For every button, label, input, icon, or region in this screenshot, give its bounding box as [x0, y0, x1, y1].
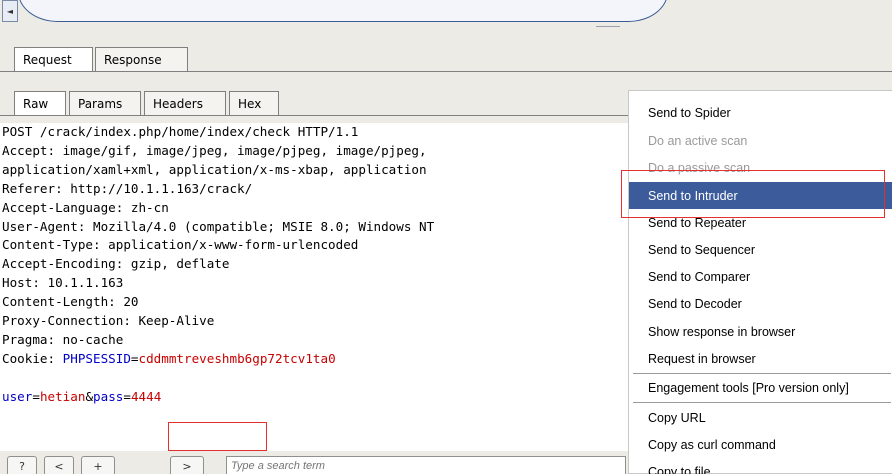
tab-response[interactable]: Response — [95, 47, 188, 71]
param-pass-name: pass — [93, 388, 124, 404]
help-icon: ? — [19, 459, 25, 473]
menu-item-engagement-tools[interactable]: Engagement tools [Pro version only] — [629, 374, 892, 401]
previous-match-button[interactable]: < — [44, 456, 74, 474]
menu-item-label: Show response in browser — [648, 324, 796, 339]
tab-headers[interactable]: Headers — [144, 91, 226, 115]
blank-line: ​ — [2, 369, 628, 388]
param-pass-equals: = — [123, 388, 131, 404]
scrollbar-thumb[interactable] — [18, 0, 668, 22]
cookie-line: Cookie: PHPSESSID=cddmmtreveshmb6gp72tcv… — [2, 350, 628, 369]
menu-item-label: Request in browser — [648, 351, 756, 366]
menu-item-send-to-intruder[interactable]: Send to Intruder — [629, 182, 892, 209]
menu-item-copy-url[interactable]: Copy URL — [629, 404, 892, 431]
menu-item-label: Send to Intruder — [648, 188, 738, 203]
plus-icon: + — [93, 459, 103, 473]
param-user-equals: = — [32, 388, 40, 404]
menu-item-send-to-comparer[interactable]: Send to Comparer — [629, 263, 892, 290]
menu-item-passive-scan: Do a passive scan — [629, 154, 892, 181]
tab-headers-label: Headers — [153, 96, 203, 111]
tab-request-label: Request — [23, 52, 72, 67]
menu-item-label: Copy as curl command — [648, 437, 776, 452]
cookie-label: Cookie: — [2, 350, 63, 366]
tab-raw[interactable]: Raw — [14, 91, 66, 115]
horizontal-scrollbar[interactable]: ◄ — [0, 0, 892, 28]
scrollbar-grip — [596, 26, 620, 28]
tab-raw-label: Raw — [23, 96, 49, 111]
menu-item-copy-as-curl[interactable]: Copy as curl command — [629, 431, 892, 458]
request-header-line: Pragma: no-cache — [2, 331, 124, 347]
main-tab-divider — [0, 71, 892, 72]
menu-item-send-to-spider[interactable]: Send to Spider — [629, 99, 892, 126]
menu-item-label: Copy URL — [648, 410, 706, 425]
next-match-button[interactable]: > — [170, 456, 204, 474]
menu-item-show-response-in-browser[interactable]: Show response in browser — [629, 318, 892, 345]
menu-item-label: Send to Sequencer — [648, 242, 756, 257]
request-header-line: application/xaml+xml, application/x-ms-x… — [2, 161, 427, 177]
raw-request-editor[interactable]: POST /crack/index.php/home/index/check H… — [0, 123, 628, 451]
search-input[interactable] — [226, 456, 626, 474]
cookie-name: PHPSESSID — [62, 350, 131, 366]
request-header-line: Accept: image/gif, image/jpeg, image/pjp… — [2, 142, 427, 158]
menu-item-label: Copy to file — [648, 464, 711, 474]
param-user-value: hetian — [39, 388, 86, 404]
menu-item-request-in-browser[interactable]: Request in browser — [629, 345, 892, 372]
tab-params[interactable]: Params — [69, 91, 141, 115]
menu-item-label: Send to Repeater — [648, 215, 746, 230]
menu-item-active-scan: Do an active scan — [629, 127, 892, 154]
request-header-line: Referer: http://10.1.1.163/crack/ — [2, 180, 253, 196]
request-line: POST /crack/index.php/home/index/check H… — [2, 124, 359, 139]
menu-item-send-to-sequencer[interactable]: Send to Sequencer — [629, 236, 892, 263]
tab-hex-label: Hex — [238, 96, 262, 111]
tab-request[interactable]: Request — [14, 47, 93, 71]
cookie-equals: = — [130, 350, 139, 366]
menu-item-send-to-repeater[interactable]: Send to Repeater — [629, 209, 892, 236]
menu-item-copy-to-file[interactable]: Copy to file — [629, 458, 892, 474]
scroll-left-arrow-icon[interactable]: ◄ — [2, 0, 18, 22]
request-header-line: Content-Type: application/x-www-form-url… — [2, 237, 359, 253]
menu-item-label: Send to Comparer — [648, 269, 751, 284]
cookie-value: cddmmtreveshmb6gp72tcv1ta0 — [138, 350, 336, 366]
param-pass-value: 4444 — [130, 388, 162, 404]
request-header-line: Accept-Language: zh-cn — [2, 199, 169, 215]
request-header-line: Content-Length: 20 — [2, 294, 139, 310]
menu-item-label: Send to Spider — [648, 105, 731, 120]
request-header-line: User-Agent: Mozilla/4.0 (compatible; MSI… — [2, 218, 435, 234]
menu-item-label: Do an active scan — [648, 133, 748, 148]
help-button[interactable]: ? — [7, 456, 37, 474]
menu-item-label: Do a passive scan — [648, 160, 751, 175]
param-user-name: user — [2, 388, 33, 404]
menu-item-label: Send to Decoder — [648, 296, 742, 311]
request-header-line: Proxy-Connection: Keep-Alive — [2, 313, 215, 329]
chevron-right-icon: > — [182, 459, 192, 473]
context-menu: Send to Spider Do an active scan Do a pa… — [628, 90, 892, 474]
request-header-line: Host: 10.1.1.163 — [2, 275, 124, 291]
chevron-left-icon: < — [54, 459, 64, 473]
tab-response-label: Response — [104, 52, 162, 67]
tab-hex[interactable]: Hex — [229, 91, 279, 115]
request-text[interactable]: POST /crack/index.php/home/index/check H… — [0, 123, 628, 407]
param-separator: & — [85, 388, 94, 404]
request-header-line: Accept-Encoding: gzip, deflate — [2, 256, 230, 272]
menu-item-label: Engagement tools [Pro version only] — [648, 380, 849, 395]
request-body-line: user=hetian&pass=4444 — [2, 388, 628, 407]
add-match-button[interactable]: + — [81, 456, 115, 474]
tab-params-label: Params — [78, 96, 123, 111]
menu-separator — [633, 402, 891, 403]
menu-item-send-to-decoder[interactable]: Send to Decoder — [629, 290, 892, 317]
